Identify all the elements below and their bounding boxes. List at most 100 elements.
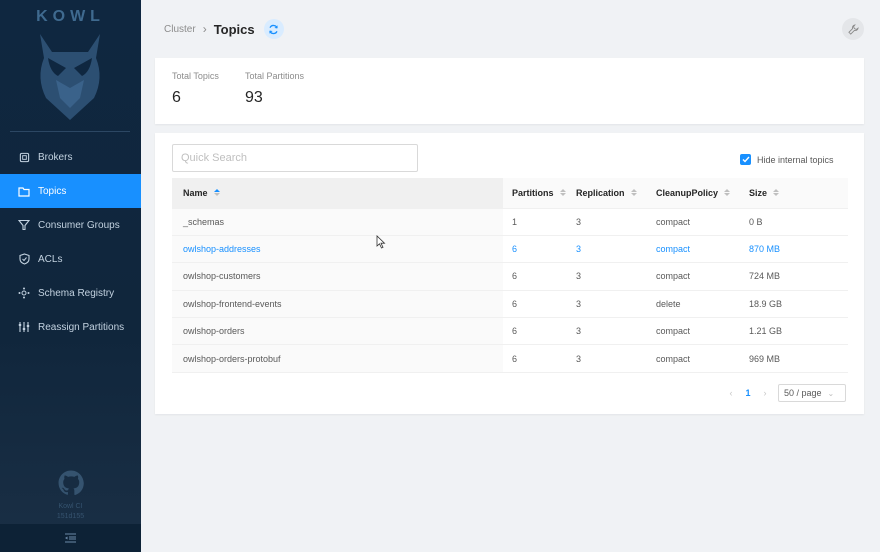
settings-button[interactable] (842, 18, 864, 40)
topic-size: 1.21 GB (749, 317, 848, 346)
stat-value: 6 (172, 89, 181, 106)
topic-replication: 3 (576, 208, 656, 236)
table-row[interactable]: _schemas 1 3 compact 0 B (172, 208, 848, 236)
table-row[interactable]: owlshop-customers 6 3 compact 724 MB (172, 262, 848, 291)
page-title: Topics (213, 21, 255, 37)
topic-replication: 3 (576, 235, 656, 264)
topic-name[interactable]: owlshop-addresses (172, 235, 503, 264)
sidebar-item-reassign-partitions[interactable]: Reassign Partitions (0, 310, 141, 344)
column-header-replication[interactable]: Replication (576, 178, 656, 209)
topics-card: Hide internal topics Name Partitions Rep… (155, 133, 864, 414)
sort-icon (559, 189, 566, 197)
sort-icon (773, 189, 780, 197)
logo-text: KOWL (36, 8, 105, 25)
topic-replication: 3 (576, 262, 656, 291)
table-row[interactable]: owlshop-addresses 6 3 compact 870 MB (172, 235, 848, 264)
shield-icon (18, 253, 30, 265)
page-size-select[interactable]: 50 / page ⌄ (778, 384, 846, 402)
breadcrumb-separator: › (202, 22, 207, 36)
sidebar-item-label: Schema Registry (38, 287, 115, 299)
sidebar-item-label: Consumer Groups (38, 219, 120, 231)
refresh-button[interactable] (263, 19, 284, 39)
topic-partitions: 6 (503, 235, 576, 264)
sidebar-item-brokers[interactable]: Brokers (0, 140, 141, 174)
stat-label: Total Partitions (245, 71, 305, 81)
owl-logo-icon (40, 34, 100, 120)
hide-internal-checkbox[interactable]: Hide internal topics (740, 154, 834, 165)
topic-size: 969 MB (749, 344, 848, 373)
topic-size: 18.9 GB (749, 290, 848, 319)
sidebar-collapse-button[interactable] (0, 524, 141, 552)
pagination: ‹ 1 › 50 / page ⌄ (724, 384, 846, 402)
sort-icon (630, 189, 637, 197)
next-page-button[interactable]: › (758, 388, 772, 398)
stat-label: Total Topics (172, 71, 219, 81)
sidebar-item-acls[interactable]: ACLs (0, 242, 141, 276)
column-header-name[interactable]: Name (172, 178, 503, 209)
reassign-partitions-icon (18, 321, 30, 333)
topic-replication: 3 (576, 317, 656, 346)
topic-cleanup-policy: compact (656, 235, 749, 264)
sidebar: KOWL Brokers Topics Consumer Groups ACLs… (0, 0, 141, 552)
stat-total-topics: Total Topics 6 (172, 71, 219, 107)
sort-icon (724, 189, 731, 197)
sidebar-item-schema-registry[interactable]: Schema Registry (0, 276, 141, 310)
topic-name[interactable]: owlshop-orders-protobuf (172, 344, 503, 373)
table-row[interactable]: owlshop-frontend-events 6 3 delete 18.9 … (172, 290, 848, 319)
github-icon[interactable] (58, 470, 84, 496)
checkbox-checked-icon[interactable] (740, 154, 751, 165)
topic-cleanup-policy: delete (656, 290, 749, 319)
stats-card: Total Topics 6 Total Partitions 93 (155, 58, 864, 124)
wrench-icon (847, 23, 859, 35)
topic-partitions: 6 (503, 290, 576, 319)
topic-name[interactable]: owlshop-orders (172, 317, 503, 346)
refresh-icon (269, 24, 278, 34)
topic-partitions: 6 (503, 317, 576, 346)
search-input[interactable] (172, 144, 418, 172)
sidebar-item-topics[interactable]: Topics (0, 174, 141, 208)
topic-name[interactable]: _schemas (172, 208, 503, 236)
topic-cleanup-policy: compact (656, 317, 749, 346)
logo: KOWL (0, 0, 141, 131)
sidebar-item-label: ACLs (38, 253, 63, 265)
topic-size: 0 B (749, 208, 848, 236)
page-size-value: 50 / page (784, 388, 822, 398)
table-row[interactable]: owlshop-orders 6 3 compact 1.21 GB (172, 317, 848, 346)
footer-version: 151d155 (56, 513, 85, 520)
menu-fold-icon (65, 533, 76, 543)
hide-internal-label: Hide internal topics (757, 154, 834, 165)
topic-partitions: 6 (503, 344, 576, 373)
consumer-groups-icon (18, 219, 30, 231)
topics-icon (18, 185, 30, 197)
topics-table: Name Partitions Replication CleanupPolic… (172, 178, 848, 373)
prev-page-button[interactable]: ‹ (724, 388, 738, 398)
sort-icon (213, 189, 220, 197)
topic-cleanup-policy: compact (656, 262, 749, 291)
breadcrumb-cluster-link[interactable]: Cluster (164, 24, 196, 35)
sidebar-item-label: Topics (38, 185, 67, 197)
table-row[interactable]: owlshop-orders-protobuf 6 3 compact 969 … (172, 344, 848, 373)
sidebar-item-label: Brokers (38, 151, 73, 163)
topic-size: 724 MB (749, 262, 848, 291)
mouse-cursor-icon (376, 235, 386, 249)
topic-partitions: 1 (503, 208, 576, 236)
stat-total-partitions: Total Partitions 93 (245, 71, 304, 107)
sidebar-item-consumer-groups[interactable]: Consumer Groups (0, 208, 141, 242)
column-header-partitions[interactable]: Partitions (503, 178, 576, 209)
topic-replication: 3 (576, 344, 656, 373)
topic-name[interactable]: owlshop-customers (172, 262, 503, 291)
sidebar-menu: Brokers Topics Consumer Groups ACLs Sche… (0, 140, 141, 344)
column-header-cleanup-policy[interactable]: CleanupPolicy (656, 178, 749, 209)
page-number-button[interactable]: 1 (738, 388, 758, 398)
sidebar-item-label: Reassign Partitions (38, 321, 125, 333)
column-header-size[interactable]: Size (749, 178, 848, 209)
topic-name[interactable]: owlshop-frontend-events (172, 290, 503, 319)
schema-registry-icon (18, 287, 30, 299)
table-header-row: Name Partitions Replication CleanupPolic… (172, 178, 848, 209)
chevron-down-icon: ⌄ (827, 388, 835, 398)
footer-product: Kowl CI (58, 503, 83, 510)
topic-partitions: 6 (503, 262, 576, 291)
brokers-icon (18, 151, 30, 163)
stat-value: 93 (245, 89, 263, 106)
topic-replication: 3 (576, 290, 656, 319)
